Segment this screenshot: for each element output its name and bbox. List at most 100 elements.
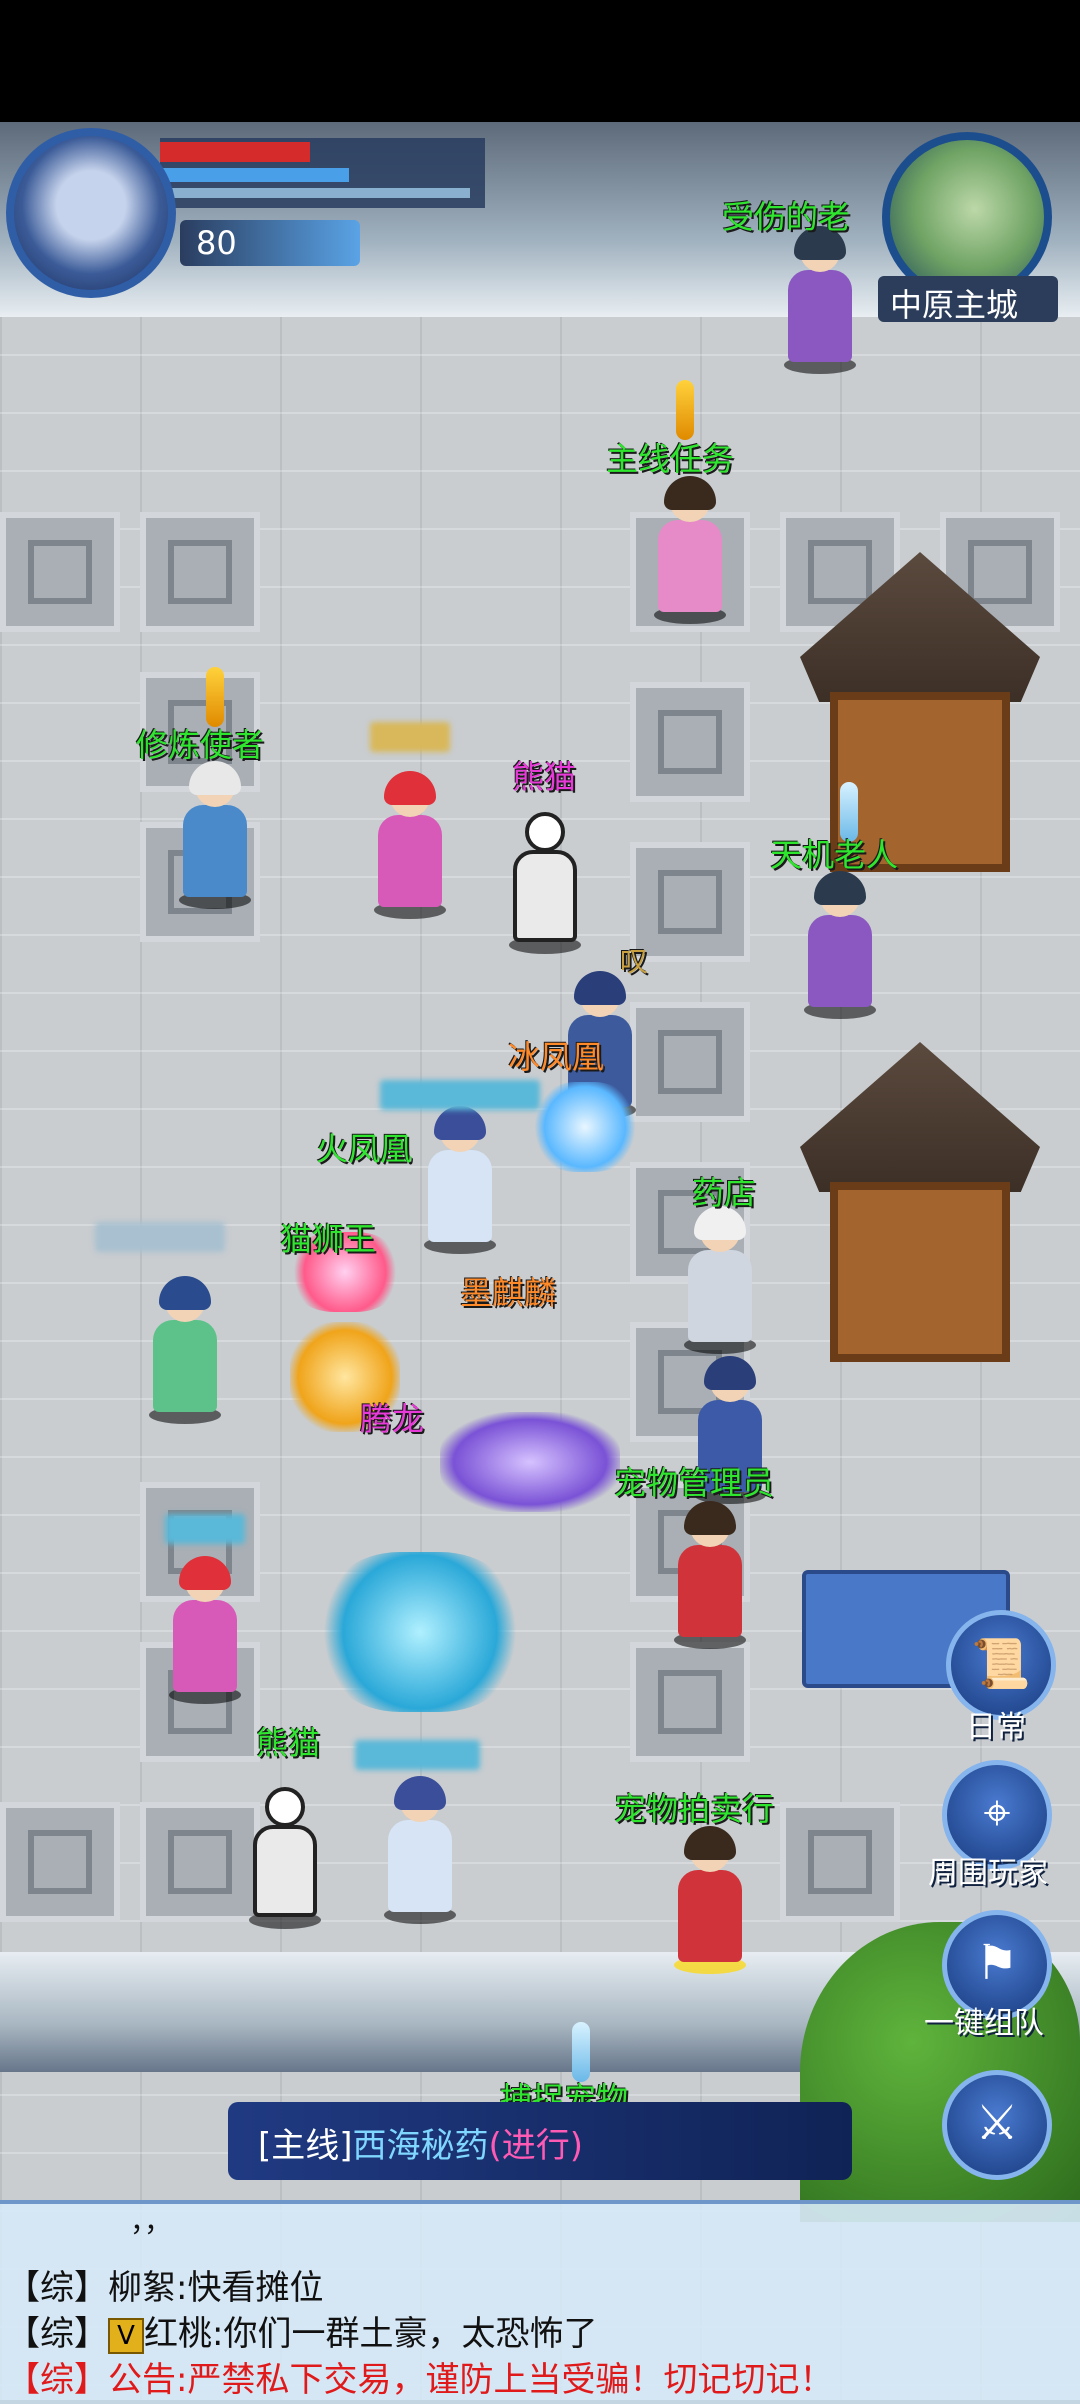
chat-channel: 【综】 xyxy=(6,2314,108,2354)
npc-hair xyxy=(684,1826,736,1860)
npc-label-pet-auction: 宠物拍卖行 xyxy=(614,1790,775,1828)
pet-azure-qilin[interactable] xyxy=(320,1552,520,1712)
quest-type: [主线] xyxy=(258,2126,353,2166)
npc-label-pharmacy: 药店 xyxy=(692,1174,757,1212)
player-character[interactable] xyxy=(145,1276,225,1424)
floor-tile xyxy=(0,1802,120,1922)
npc-pet-auction[interactable] xyxy=(670,1826,750,1974)
npc-label-pet-manager: 宠物管理员 xyxy=(614,1464,775,1502)
npc-tianji-elder[interactable] xyxy=(800,871,880,1019)
panda-body xyxy=(513,850,577,942)
npc-robe xyxy=(688,1250,752,1342)
quest-status: (进行) xyxy=(488,2126,584,2166)
npc-main-quest[interactable] xyxy=(650,476,730,624)
chat-announcement[interactable]: 【综】公告:严禁私下交易，谨防上当受骗！切记切记！ xyxy=(6,2352,833,2401)
floor-tile xyxy=(140,512,260,632)
chat-line: ，， xyxy=(130,2205,173,2238)
npc-pharmacy[interactable] xyxy=(680,1206,760,1354)
flag-icon: ⚑ xyxy=(975,1935,1019,1991)
crossed-swords-button[interactable]: ⚔ xyxy=(942,2070,1052,2180)
pet-label-panda: 熊猫 xyxy=(256,1724,321,1762)
floor-tile xyxy=(140,1802,260,1922)
npc-robe xyxy=(378,815,442,907)
player-character[interactable] xyxy=(420,1106,500,1254)
quest-exclamation-icon xyxy=(676,380,694,440)
pet-label-soaring-dragon: 腾龙 xyxy=(360,1400,425,1438)
player-character[interactable] xyxy=(380,1776,460,1924)
pavilion-building xyxy=(800,1022,1040,1382)
pavilion-roof xyxy=(800,552,1040,702)
floor-tile xyxy=(630,682,750,802)
chat-panel[interactable]: ，， 【综】柳絮:快看摊位 【综】 V 红桃:你们一群土豪，太恐怖了 【综】公告:严… xyxy=(0,2200,1080,2404)
pet-label-fire-phoenix: 火凤凰 xyxy=(316,1130,413,1168)
panda-head xyxy=(265,1787,305,1827)
npc-hair xyxy=(664,476,716,510)
npc-hair xyxy=(394,1776,446,1810)
blurred-player-name xyxy=(355,1740,480,1770)
npc-red-merchant[interactable] xyxy=(670,1501,750,1649)
chat-line[interactable]: 【综】 V 红桃:你们一群土豪，太恐怖了 xyxy=(6,2306,597,2355)
panda-head xyxy=(525,812,565,852)
pet-soaring-dragon[interactable] xyxy=(440,1412,620,1512)
npc-label-tianji-elder: 天机老人 xyxy=(770,836,899,874)
panda-body xyxy=(253,1825,317,1917)
quest-exclamation-icon xyxy=(206,667,224,727)
npc-hair xyxy=(434,1106,486,1140)
blurred-player-name xyxy=(95,1222,225,1252)
player-character[interactable] xyxy=(370,771,450,919)
xp-bar xyxy=(160,188,470,198)
map-name: 中原主城 xyxy=(890,286,1019,324)
player-avatar[interactable] xyxy=(6,128,176,298)
pet-label-ice-phoenix: 冰凤凰 xyxy=(508,1038,605,1076)
npc-robe xyxy=(678,1545,742,1637)
location-pin-icon: ⌖ xyxy=(983,1785,1011,1841)
npc-robe xyxy=(788,270,852,362)
game-map[interactable]: 受伤的老 主线任务 修炼使者 熊猫 天机老人 叹 冰凤凰 火凤凰 药店 猫狮王 … xyxy=(0,122,1080,2400)
npc-injured-elder[interactable] xyxy=(780,226,860,374)
player-character[interactable] xyxy=(165,1556,245,1704)
npc-robe xyxy=(428,1150,492,1242)
blurred-player-name xyxy=(370,722,450,752)
floor-tile xyxy=(780,1802,900,1922)
quest-name[interactable]: 西海秘药 xyxy=(353,2126,489,2166)
crossed-swords-icon: ⚔ xyxy=(975,2095,1019,2151)
chat-line[interactable]: 【综】柳絮:快看摊位 xyxy=(6,2260,323,2309)
npc-label-main-quest: 主线任务 xyxy=(606,440,735,478)
npc-hair xyxy=(189,761,241,795)
blurred-player-name xyxy=(165,1514,245,1544)
market-label: 叹 xyxy=(620,945,649,978)
pavilion-body xyxy=(830,1182,1010,1362)
npc-robe xyxy=(388,1820,452,1912)
npc-hair xyxy=(814,871,866,905)
npc-robe xyxy=(153,1320,217,1412)
chat-message: 红桃:你们一群土豪，太恐怖了 xyxy=(144,2314,598,2354)
npc-robe xyxy=(183,805,247,897)
blurred-player-name xyxy=(380,1080,540,1110)
pavilion-roof xyxy=(800,1042,1040,1192)
floor-tile xyxy=(630,1002,750,1122)
npc-robe xyxy=(808,915,872,1007)
npc-hair xyxy=(384,771,436,805)
npc-label-injured-elder: 受伤的老 xyxy=(722,198,851,236)
player-level: 80 xyxy=(196,224,237,262)
npc-robe xyxy=(658,520,722,612)
npc-label-cultivation-envoy: 修炼使者 xyxy=(136,726,265,764)
one-click-team-label: 一键组队 xyxy=(924,2006,1044,2041)
npc-hair xyxy=(159,1276,211,1310)
pet-panda[interactable] xyxy=(245,1787,325,1929)
scroll-icon: 📜 xyxy=(971,1636,1031,1692)
floor-tile xyxy=(0,512,120,632)
npc-cultivation-envoy[interactable] xyxy=(175,761,255,909)
npc-robe xyxy=(173,1600,237,1692)
quest-exclamation-icon xyxy=(572,2022,590,2082)
mp-bar xyxy=(160,168,349,182)
npc-robe xyxy=(678,1870,742,1962)
pet-ice-phoenix[interactable] xyxy=(535,1082,635,1172)
pet-label-panda: 熊猫 xyxy=(512,758,577,796)
pet-panda[interactable] xyxy=(505,812,585,954)
npc-hair xyxy=(704,1356,756,1390)
npc-hair xyxy=(684,1501,736,1535)
pet-label-ink-qilin: 墨麒麟 xyxy=(460,1274,557,1312)
nearby-players-label: 周围玩家 xyxy=(928,1856,1048,1891)
npc-hair xyxy=(179,1556,231,1590)
